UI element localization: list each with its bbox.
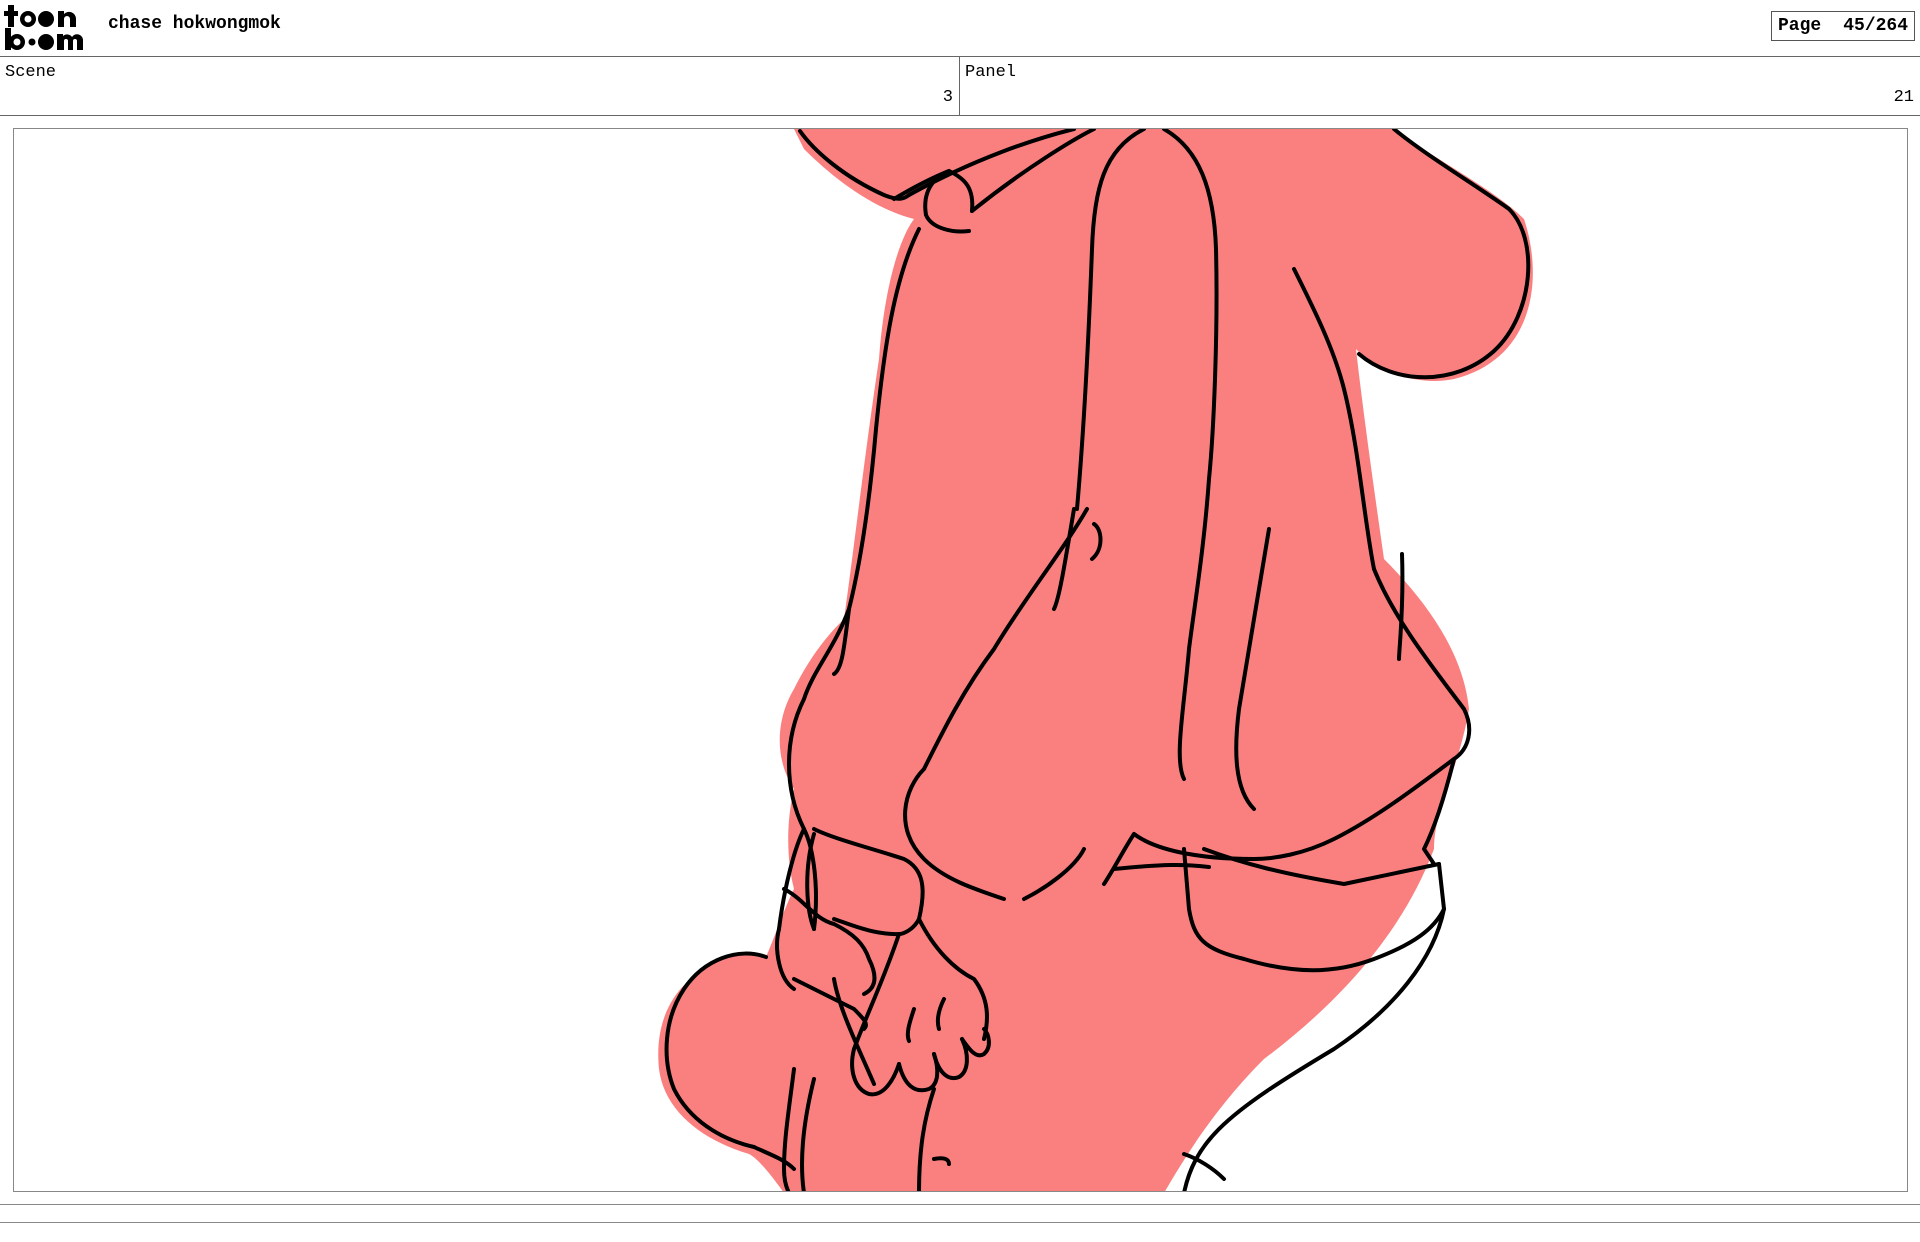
storyboard-header: chase hokwongmok Page 45/264 xyxy=(0,0,1920,56)
scene-cell: Scene 3 xyxy=(0,57,960,115)
panel-cell: Panel 21 xyxy=(960,57,1920,115)
character-fill xyxy=(658,129,1533,1191)
page-indicator: Page 45/264 xyxy=(1771,11,1915,41)
bottom-strip xyxy=(0,1204,1920,1223)
page-label: Page xyxy=(1778,16,1822,36)
scene-number: 3 xyxy=(942,88,953,107)
panel-drawing-frame xyxy=(13,128,1908,1192)
toonboom-logo xyxy=(2,2,94,52)
panel-number: 21 xyxy=(1893,88,1914,107)
author-name: chase hokwongmok xyxy=(108,14,281,34)
scene-panel-bar: Scene 3 Panel 21 xyxy=(0,56,1920,116)
page-number: 45/264 xyxy=(1843,16,1909,36)
panel-label: Panel xyxy=(965,63,1017,82)
scene-label: Scene xyxy=(5,63,57,82)
character-drawing xyxy=(658,129,1533,1191)
